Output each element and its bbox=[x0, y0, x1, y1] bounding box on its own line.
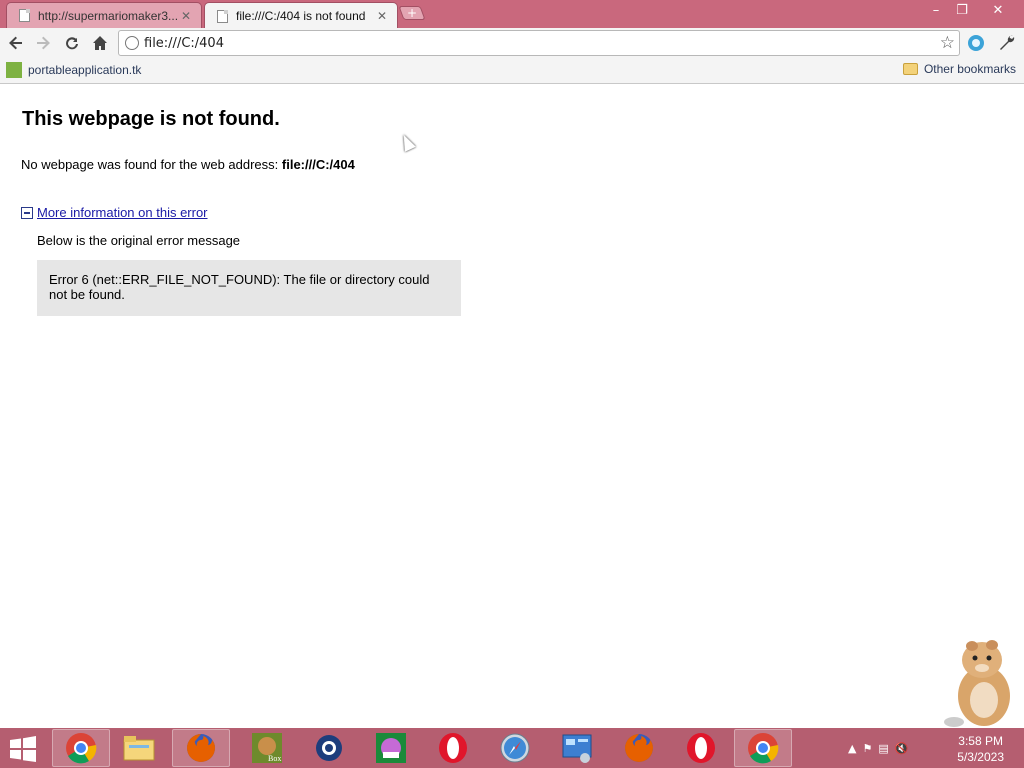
taskbar-app-chrome[interactable] bbox=[52, 729, 110, 767]
tab-title: http://supermariomaker3... bbox=[38, 8, 179, 23]
url-input[interactable] bbox=[144, 34, 924, 52]
error-description: No webpage was found for the web address… bbox=[21, 157, 355, 172]
bookmark-portableapplication[interactable]: portableapplication.tk bbox=[6, 62, 141, 78]
safari-icon bbox=[500, 733, 530, 763]
taskbar-app-firefox[interactable] bbox=[172, 729, 230, 767]
show-hidden-icons-icon[interactable]: ▲ bbox=[848, 742, 856, 755]
bookmark-star-icon[interactable]: ☆ bbox=[940, 33, 955, 53]
other-bookmarks-button[interactable]: Other bookmarks bbox=[902, 62, 1016, 76]
bookmarks-bar: portableapplication.tk Other bookmarks bbox=[0, 58, 1024, 84]
reload-button[interactable] bbox=[60, 31, 84, 55]
taskbar-clock[interactable]: 3:58 PM 5/3/2023 bbox=[957, 733, 1004, 765]
more-info-link[interactable]: More information on this error bbox=[37, 205, 208, 220]
mouse-cursor-icon bbox=[398, 132, 416, 152]
taskbar-app-explorer[interactable] bbox=[110, 729, 168, 767]
new-tab-button[interactable]: + bbox=[398, 6, 426, 20]
restore-button[interactable]: ❐ bbox=[948, 0, 976, 20]
home-icon bbox=[93, 36, 107, 50]
tab-close-icon[interactable]: ✕ bbox=[179, 9, 193, 23]
taskbar-app-paint[interactable] bbox=[362, 729, 420, 767]
clock-date: 5/3/2023 bbox=[957, 750, 1004, 764]
reload-icon bbox=[66, 37, 78, 50]
wrench-icon bbox=[1000, 35, 1015, 50]
q-app-icon bbox=[316, 735, 342, 761]
error-title: This webpage is not found. bbox=[22, 108, 280, 130]
page-content: This webpage is not found. No webpage wa… bbox=[0, 85, 1024, 728]
chrome-icon bbox=[748, 733, 779, 764]
back-arrow-icon bbox=[9, 36, 22, 50]
svg-text:Box: Box bbox=[268, 754, 281, 763]
browser-toolbar: ☆ bbox=[0, 28, 1024, 58]
other-bookmarks-label: Other bookmarks bbox=[923, 62, 1016, 76]
file-explorer-icon bbox=[123, 736, 155, 761]
taskbar-app-chrome-2[interactable] bbox=[734, 729, 792, 767]
tab-supermariomaker[interactable]: http://supermariomaker3... ✕ bbox=[6, 2, 202, 28]
action-center-flag-icon[interactable]: ⚑ bbox=[862, 742, 872, 755]
bookmark-label: portableapplication.tk bbox=[28, 63, 142, 77]
taskbar-app-safari[interactable] bbox=[486, 729, 544, 767]
back-button[interactable] bbox=[4, 31, 28, 55]
folder-icon bbox=[902, 63, 918, 75]
extension-icon bbox=[968, 35, 984, 51]
collapse-icon[interactable] bbox=[21, 206, 33, 219]
firefox-icon bbox=[187, 734, 215, 762]
extension-button[interactable] bbox=[964, 31, 988, 55]
original-message-label: Below is the original error message bbox=[37, 233, 241, 248]
address-bar[interactable]: ☆ bbox=[118, 30, 960, 56]
tab-404-not-found[interactable]: file:///C:/404 is not found ✕ bbox=[204, 2, 398, 29]
firefox-icon bbox=[625, 734, 653, 762]
page-icon bbox=[19, 9, 30, 22]
system-tray: ▲ ⚑ ▤ 🔇 bbox=[848, 734, 908, 762]
network-icon[interactable]: ▤ bbox=[878, 742, 888, 755]
taskbar-app-opera[interactable] bbox=[424, 729, 482, 767]
description-url: file:///C:/404 bbox=[281, 157, 355, 172]
chrome-icon bbox=[66, 733, 97, 764]
forward-button[interactable] bbox=[31, 31, 55, 55]
opera-icon bbox=[439, 733, 467, 763]
start-button[interactable] bbox=[8, 736, 38, 762]
paint-app-icon bbox=[376, 733, 406, 763]
volume-muted-icon[interactable]: 🔇 bbox=[895, 742, 909, 755]
bookmark-favicon bbox=[6, 62, 22, 78]
clock-time: 3:58 PM bbox=[958, 734, 1003, 748]
more-info-toggle[interactable]: More information on this error bbox=[21, 205, 208, 220]
hamster-mascot-icon bbox=[944, 640, 1010, 727]
settings-button[interactable] bbox=[995, 31, 1019, 55]
globe-icon bbox=[125, 36, 139, 50]
opera-icon bbox=[687, 733, 715, 763]
taskbar-app-firefox-2[interactable] bbox=[610, 729, 668, 767]
taskbar-app-control-panel[interactable] bbox=[548, 729, 606, 767]
forward-arrow-icon bbox=[37, 36, 50, 50]
taskbar-app-box[interactable]: Box bbox=[238, 729, 296, 767]
taskbar-app-opera-2[interactable] bbox=[672, 729, 730, 767]
error-message-box: Error 6 (net::ERR_FILE_NOT_FOUND): The f… bbox=[37, 260, 461, 316]
taskbar: Box ▲ ⚑ ▤ 🔇 3:58 PM 5/3/2023 bbox=[0, 728, 1024, 768]
tab-title: file:///C:/404 is not found bbox=[236, 9, 366, 23]
taskbar-app-q[interactable] bbox=[300, 729, 358, 767]
home-button[interactable] bbox=[88, 31, 112, 55]
minimize-button[interactable]: – bbox=[922, 0, 950, 20]
windows-logo-icon bbox=[10, 736, 36, 762]
control-panel-icon bbox=[562, 734, 592, 763]
close-window-button[interactable]: ✕ bbox=[984, 0, 1012, 20]
description-text: No webpage was found for the web address… bbox=[21, 157, 282, 172]
tab-close-icon[interactable]: ✕ bbox=[375, 9, 389, 23]
box-app-icon: Box bbox=[252, 733, 282, 763]
page-icon bbox=[217, 9, 228, 23]
title-bar: http://supermariomaker3... ✕ file:///C:/… bbox=[0, 0, 1024, 29]
